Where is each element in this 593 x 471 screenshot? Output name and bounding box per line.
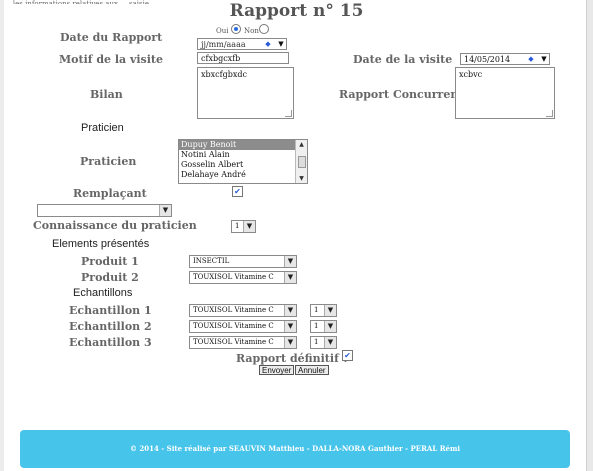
footer-banner: © 2014 - Site réalisé par SEAUVIN Matthi…	[20, 430, 570, 468]
date-visite-label: Date de la visite	[353, 53, 453, 66]
page: ... les informations relatives aux ... s…	[0, 0, 593, 471]
elements-section-title: Elements présentés	[52, 238, 150, 250]
chevron-down-icon[interactable]: ▼	[538, 54, 550, 64]
echantillon3-value: TOUXISOL Vitamine C	[193, 338, 274, 346]
resize-grip-icon[interactable]	[285, 110, 292, 117]
echantillon1-qty[interactable]: 1 ▼	[310, 304, 337, 317]
radio-oui[interactable]	[231, 24, 241, 34]
echantillon2-qty-value: 1	[314, 322, 319, 330]
spinner-icon[interactable]: ◆	[262, 39, 274, 49]
concurrence-label: Rapport Concurrence	[339, 88, 473, 101]
praticien-option[interactable]: Gosselin Albert	[179, 160, 307, 170]
definitif-checkbox[interactable]: ✔	[342, 350, 353, 361]
window-edge-right	[586, 0, 593, 471]
scroll-up-icon[interactable]: ▲	[296, 140, 307, 149]
connaissance-value: 1	[235, 222, 240, 230]
concurrence-textarea[interactable]: xcbvc	[455, 67, 555, 119]
chevron-down-icon: ▼	[243, 221, 255, 232]
resize-grip-icon[interactable]	[546, 110, 553, 117]
echantillon3-select[interactable]: TOUXISOL Vitamine C ▼	[189, 336, 297, 349]
connaissance-label: Connaissance du praticien	[33, 219, 197, 232]
echantillons-section-title: Echantillons	[73, 287, 133, 299]
praticien-label: Praticien	[80, 155, 137, 168]
remplacant-label: Remplaçant	[73, 187, 147, 200]
listbox-scrollbar[interactable]: ▲ ▼	[295, 140, 307, 183]
bilan-value: xbxcfgbxdc	[201, 70, 247, 79]
spinner-icon[interactable]: ◆	[525, 54, 537, 64]
praticien-listbox[interactable]: Dupuy Benoit Notini Alain Gosselin Alber…	[178, 139, 308, 184]
praticien-option[interactable]: Notini Alain	[179, 150, 307, 160]
remplacant-checkbox[interactable]: ✔	[232, 186, 243, 197]
date-rapport-placeholder: jj/mm/aaaa	[201, 40, 246, 49]
footer-credits: © 2014 - Site réalisé par SEAUVIN Matthi…	[129, 444, 461, 453]
remplacant-select[interactable]: ▼	[37, 204, 172, 217]
echantillon2-select[interactable]: TOUXISOL Vitamine C ▼	[189, 320, 297, 333]
echantillon2-label: Echantillon 2	[69, 320, 152, 333]
chevron-down-icon: ▼	[159, 205, 171, 216]
window-edge-left	[0, 0, 4, 471]
echantillon3-label: Echantillon 3	[69, 336, 152, 349]
chevron-down-icon: ▼	[324, 305, 336, 316]
date-visite-value: 14/05/2014	[464, 55, 511, 64]
radio-non[interactable]	[259, 24, 269, 34]
chevron-down-icon: ▼	[284, 256, 296, 267]
date-rapport-label: Date du Rapport	[60, 31, 163, 44]
echantillon3-qty-value: 1	[314, 338, 319, 346]
produit1-select[interactable]: INSECTIL ▼	[189, 255, 297, 268]
radio-non-label: Non	[244, 27, 259, 35]
chevron-down-icon: ▼	[284, 305, 296, 316]
concurrence-value: xcbvc	[459, 70, 483, 79]
produit2-value: TOUXISOL Vitamine C	[193, 273, 274, 281]
date-visite-input[interactable]: 14/05/2014 ◆ ▼	[460, 53, 550, 65]
bilan-label: Bilan	[90, 88, 123, 101]
produit2-label: Produit 2	[81, 271, 139, 284]
echantillon3-qty[interactable]: 1 ▼	[310, 336, 337, 349]
page-title: Rapport n° 15	[229, 1, 364, 21]
chevron-down-icon: ▼	[324, 321, 336, 332]
echantillon1-select[interactable]: TOUXISOL Vitamine C ▼	[189, 304, 297, 317]
produit2-select[interactable]: TOUXISOL Vitamine C ▼	[189, 271, 297, 284]
praticien-option[interactable]: Delahaye André	[179, 170, 307, 180]
scroll-thumb[interactable]	[298, 156, 306, 168]
echantillon1-value: TOUXISOL Vitamine C	[193, 306, 274, 314]
definitif-label: Rapport définitif ?	[236, 352, 350, 365]
echantillon2-qty[interactable]: 1 ▼	[310, 320, 337, 333]
chevron-down-icon: ▼	[284, 321, 296, 332]
produit1-label: Produit 1	[81, 255, 139, 268]
radio-oui-label: Oui	[216, 27, 229, 35]
chevron-down-icon: ▼	[284, 272, 296, 283]
date-rapport-input[interactable]: jj/mm/aaaa ◆ ▼	[197, 38, 287, 50]
motif-input[interactable]: cfxbgcxfb	[197, 52, 289, 64]
chevron-down-icon[interactable]: ▼	[275, 39, 287, 49]
scroll-down-icon[interactable]: ▼	[296, 174, 307, 183]
connaissance-select[interactable]: 1 ▼	[231, 220, 256, 233]
echantillon2-value: TOUXISOL Vitamine C	[193, 322, 274, 330]
bilan-textarea[interactable]: xbxcfgbxdc	[197, 67, 294, 119]
annuler-button[interactable]: Annuler	[295, 365, 329, 375]
chevron-down-icon: ▼	[284, 337, 296, 348]
praticien-option[interactable]: Dupuy Benoit	[179, 140, 307, 150]
produit1-value: INSECTIL	[193, 257, 230, 265]
chevron-down-icon: ▼	[324, 337, 336, 348]
praticien-section-title: Praticien	[81, 122, 124, 134]
envoyer-button[interactable]: Envoyer	[259, 365, 295, 375]
motif-label: Motif de la visite	[59, 53, 164, 66]
echantillon1-qty-value: 1	[314, 306, 319, 314]
echantillon1-label: Echantillon 1	[69, 304, 152, 317]
